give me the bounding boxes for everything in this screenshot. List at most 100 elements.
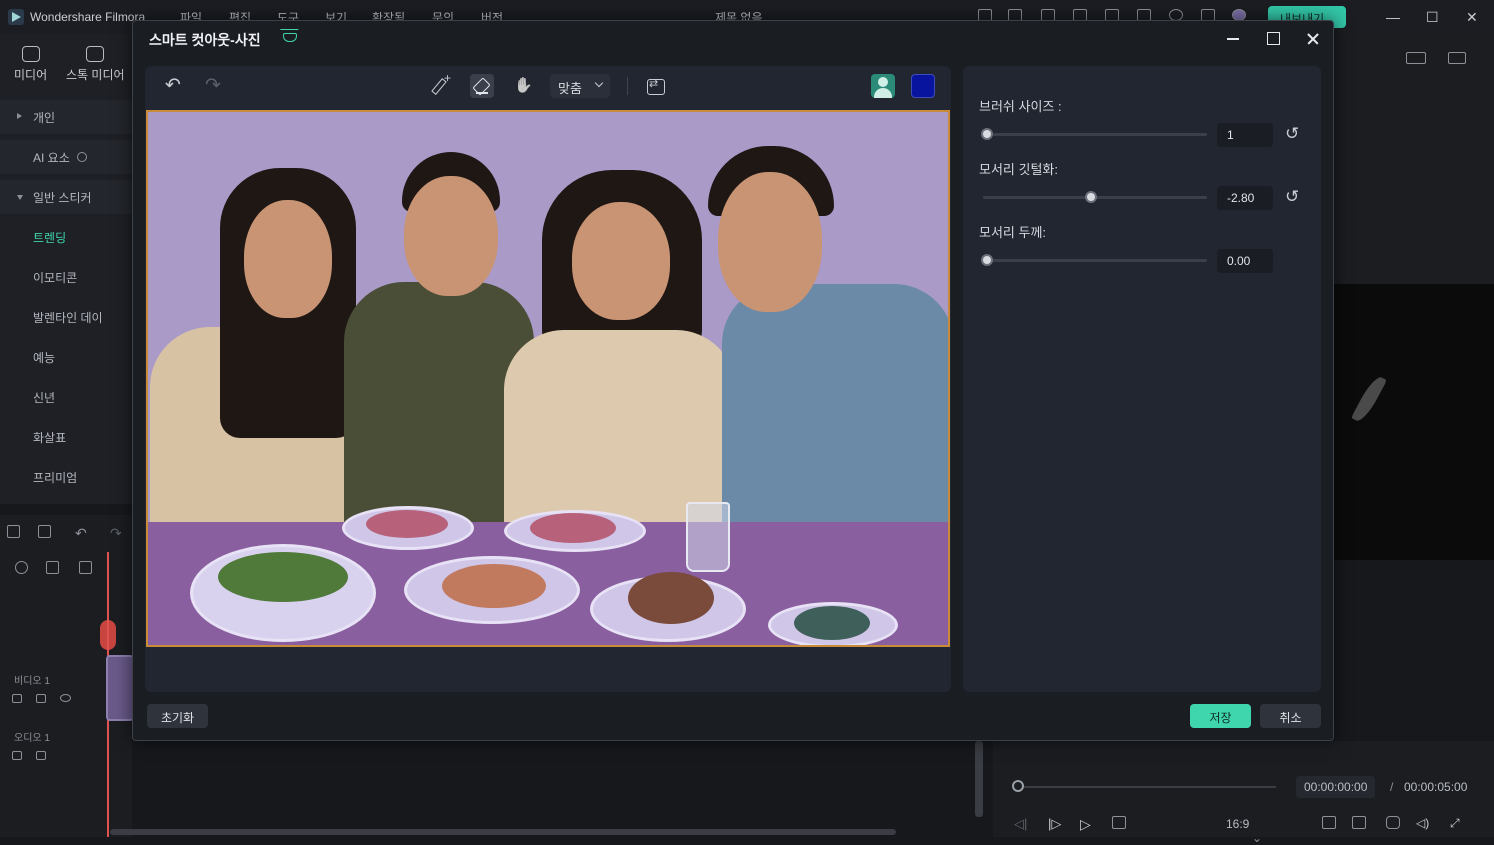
sidebar-item-premium[interactable]: 프리미엄 bbox=[0, 460, 132, 494]
speaker-icon[interactable] bbox=[36, 694, 46, 703]
section-ai-elements[interactable]: AI 요소 bbox=[0, 140, 132, 174]
player-progress-track[interactable] bbox=[1018, 786, 1276, 788]
display-icon[interactable] bbox=[1352, 816, 1366, 829]
stock-media-icon bbox=[86, 46, 105, 62]
tab-stock-media[interactable]: 스톡 미디어 bbox=[66, 46, 125, 83]
player-progress-knob[interactable] bbox=[1012, 780, 1024, 792]
salad bbox=[218, 552, 348, 602]
audio-folder-icon[interactable] bbox=[12, 751, 22, 760]
play-icon[interactable]: ▷ bbox=[1080, 816, 1094, 832]
hand-icon[interactable] bbox=[510, 74, 534, 98]
volume-icon[interactable]: ◁) bbox=[1416, 816, 1430, 830]
link-icon[interactable] bbox=[46, 561, 59, 574]
edge-thickness-input[interactable]: 0.00 bbox=[1217, 249, 1273, 273]
unlink-icon[interactable] bbox=[15, 561, 28, 574]
sidebar-item-emoji[interactable]: 이모티콘 bbox=[0, 260, 132, 294]
zoom-select[interactable]: 맞춤 bbox=[550, 74, 610, 98]
app-close-icon[interactable]: ✕ bbox=[1466, 9, 1478, 26]
sidebar-item-arrows[interactable]: 화살표 bbox=[0, 420, 132, 454]
chevron-down-icon bbox=[594, 78, 604, 88]
eraser-icon[interactable] bbox=[470, 74, 494, 98]
tutorial-icon[interactable] bbox=[283, 33, 297, 42]
timeline-horizontal-scrollbar[interactable] bbox=[110, 829, 896, 835]
undo-icon[interactable] bbox=[161, 74, 185, 98]
edge-thickness-knob[interactable] bbox=[981, 254, 993, 266]
edge-thickness-slider[interactable] bbox=[983, 259, 1207, 262]
brush-size-input[interactable]: 1 bbox=[1217, 123, 1273, 147]
eye-icon[interactable] bbox=[60, 694, 71, 702]
edge-feather-reset-icon[interactable] bbox=[1285, 191, 1301, 207]
group-icon[interactable] bbox=[79, 561, 92, 574]
water-glass bbox=[686, 502, 730, 572]
dialog-title: 스마트 컷아웃-사진 bbox=[149, 32, 261, 48]
settings-panel: 브러쉬 사이즈 : 1 모서리 깃털화: -2.80 모서리 두께: 0.00 bbox=[963, 66, 1321, 692]
audio-speaker-icon[interactable] bbox=[36, 751, 46, 760]
expand-arrow-icon bbox=[17, 113, 22, 119]
snapshot-icon[interactable] bbox=[1386, 816, 1400, 829]
edge-feather-knob[interactable] bbox=[1085, 191, 1097, 203]
brush-size-knob[interactable] bbox=[981, 128, 993, 140]
edge-feather-label: 모서리 깃털화: bbox=[979, 162, 1058, 177]
sidebar-item-valentine[interactable]: 발렌타인 데이 bbox=[0, 300, 132, 334]
total-time: 00:00:05:00 bbox=[1404, 780, 1468, 794]
reset-button[interactable]: 초기화 bbox=[147, 704, 208, 728]
fullscreen-icon[interactable]: ⤢ bbox=[1450, 816, 1464, 830]
app-minimize-icon[interactable]: — bbox=[1386, 9, 1400, 25]
play-step-icon[interactable]: |▷ bbox=[1048, 816, 1062, 831]
prev-frame-icon[interactable]: ◁| bbox=[1014, 816, 1028, 831]
right-panel bbox=[1334, 34, 1494, 284]
sidebar-item-trending[interactable]: 트렌딩 bbox=[0, 220, 132, 254]
pasta bbox=[442, 564, 546, 608]
pasta bbox=[366, 510, 448, 538]
folder-icon[interactable] bbox=[12, 694, 22, 703]
track-label-audio: 오디오 1 bbox=[14, 733, 50, 744]
stop-icon[interactable] bbox=[1112, 816, 1126, 829]
tab-media[interactable]: 미디어 bbox=[14, 46, 47, 83]
person-cutout-icon[interactable] bbox=[871, 74, 895, 98]
broccoli bbox=[794, 606, 870, 640]
aspect-ratio-select[interactable]: 16:9 ⌄ bbox=[1218, 813, 1294, 845]
timeline-area bbox=[132, 741, 992, 837]
smart-brush-icon[interactable] bbox=[430, 71, 454, 98]
toolbar-divider bbox=[627, 77, 628, 95]
app-name: Wondershare Filmora bbox=[30, 10, 146, 24]
minimize-icon[interactable] bbox=[1221, 27, 1245, 51]
marker-icon[interactable] bbox=[1322, 816, 1336, 829]
brush-size-slider[interactable] bbox=[983, 133, 1207, 136]
redo-icon[interactable] bbox=[201, 74, 225, 98]
timeline-undo-icon[interactable]: ↶ bbox=[75, 525, 88, 541]
pasta bbox=[530, 513, 616, 543]
section-personal-label: 개인 bbox=[33, 111, 56, 125]
mask-color-swatch[interactable] bbox=[911, 74, 935, 98]
close-icon[interactable] bbox=[1301, 27, 1325, 51]
swap-icon[interactable] bbox=[643, 74, 667, 98]
brush-size-label: 브러쉬 사이즈 : bbox=[979, 99, 1062, 114]
tab-stock-media-label: 스톡 미디어 bbox=[66, 68, 125, 82]
sidebar-item-new-year[interactable]: 신년 bbox=[0, 380, 132, 414]
app-maximize-icon[interactable]: ☐ bbox=[1426, 9, 1439, 26]
preview-window bbox=[1334, 284, 1494, 560]
grid-icon[interactable] bbox=[7, 525, 20, 538]
smart-cutout-dialog: 스마트 컷아웃-사진 맞춤 bbox=[132, 20, 1334, 741]
cutout-photo[interactable] bbox=[146, 110, 950, 647]
cancel-button[interactable]: 취소 bbox=[1260, 704, 1321, 728]
section-general-stickers[interactable]: 일반 스티커 bbox=[0, 180, 132, 214]
collapse-arrow-icon bbox=[17, 195, 23, 200]
roast bbox=[628, 572, 714, 624]
section-personal[interactable]: 개인 bbox=[0, 100, 132, 134]
maximize-icon[interactable] bbox=[1261, 27, 1285, 51]
cutout-canvas-panel: 맞춤 bbox=[145, 66, 951, 692]
edge-feather-input[interactable]: -2.80 bbox=[1217, 186, 1273, 210]
sidebar-item-entertainment[interactable]: 예능 bbox=[0, 340, 132, 374]
timeline-redo-icon[interactable]: ↷ bbox=[110, 525, 123, 541]
timeline-clip[interactable] bbox=[106, 655, 134, 721]
brush-size-reset-icon[interactable] bbox=[1285, 128, 1301, 144]
zoom-label: 맞춤 bbox=[558, 81, 582, 96]
layout-icon[interactable] bbox=[1406, 52, 1426, 64]
track-label-video: 비디오 1 bbox=[14, 676, 50, 687]
image-icon[interactable] bbox=[1448, 52, 1466, 64]
timeline-vertical-scrollbar[interactable] bbox=[975, 741, 983, 817]
info-icon bbox=[77, 152, 88, 162]
save-button[interactable]: 저장 bbox=[1190, 704, 1251, 728]
select-icon[interactable] bbox=[38, 525, 51, 538]
